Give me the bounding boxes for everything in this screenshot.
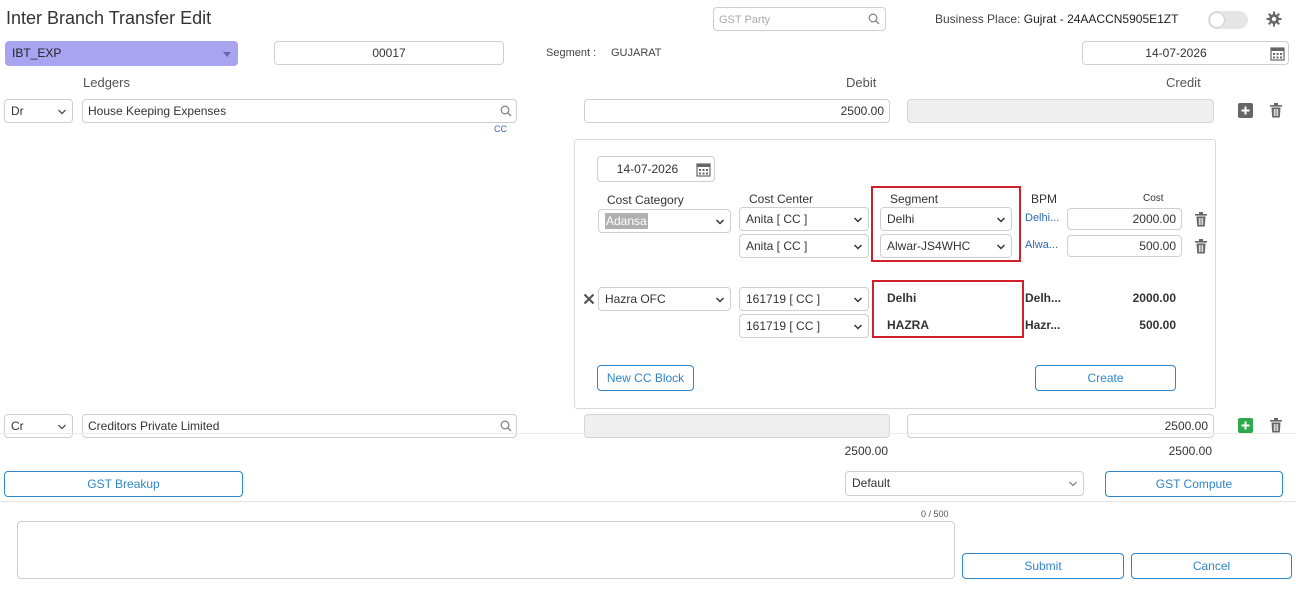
chevron-down-icon: [854, 217, 862, 223]
cost-center-select-1[interactable]: Anita [ CC ]: [739, 207, 869, 231]
caret-down-icon: [223, 52, 231, 57]
trash-icon[interactable]: [1195, 239, 1207, 254]
chevron-down-icon: [58, 424, 66, 430]
cost-category-select[interactable]: Adansa: [598, 209, 731, 233]
business-place-value: Gujrat - 24AACCN5905E1ZT: [1023, 12, 1179, 26]
ledgers-column-header: Ledgers: [83, 75, 130, 90]
cc-date-value: 14-07-2026: [616, 162, 679, 176]
drcr-select-2[interactable]: Cr: [4, 414, 73, 438]
footer-divider: [0, 501, 1296, 502]
business-place: Business Place: Gujrat - 24AACCN5905E1ZT: [935, 12, 1178, 26]
cost-input-1[interactable]: 2000.00: [1067, 208, 1182, 230]
tax-mode-value: Default: [852, 476, 891, 490]
voucher-number-input[interactable]: 00017: [274, 41, 504, 65]
bpm-link-1[interactable]: Delhi...: [1025, 212, 1059, 224]
voucher-type-select[interactable]: IBT_EXP: [5, 41, 238, 66]
credit-total: 2500.00: [1168, 444, 1212, 458]
add-icon[interactable]: [1238, 103, 1253, 118]
business-place-toggle[interactable]: [1208, 11, 1248, 29]
trash-icon[interactable]: [1270, 418, 1282, 433]
credit-input-2[interactable]: 2500.00: [907, 414, 1214, 438]
chevron-down-icon: [716, 297, 724, 303]
gst-compute-button[interactable]: GST Compute: [1105, 471, 1283, 497]
new-cc-block-button[interactable]: New CC Block: [597, 365, 694, 391]
segment-value: GUJARAT: [611, 47, 662, 59]
calendar-icon[interactable]: [696, 162, 711, 177]
voucher-date-value: 14-07-2026: [1145, 46, 1207, 60]
search-icon: [500, 420, 512, 432]
cost-input-2[interactable]: 500.00: [1067, 235, 1182, 257]
gst-breakup-button[interactable]: GST Breakup: [4, 471, 243, 497]
chevron-down-icon: [854, 324, 862, 330]
cost-center-value-2: Anita [ CC ]: [746, 239, 808, 253]
saved-cost-center-value-1: 161719 [ CC ]: [746, 292, 821, 306]
entries-divider: [0, 433, 1296, 434]
credit-column-header: Credit: [1166, 75, 1201, 90]
close-icon[interactable]: [583, 293, 595, 305]
saved-bpm-value-1: Delh...: [1025, 291, 1062, 305]
trash-icon[interactable]: [1195, 212, 1207, 227]
chevron-down-icon: [716, 219, 724, 225]
add-icon[interactable]: [1238, 418, 1253, 433]
saved-cost-center-select-1[interactable]: 161719 [ CC ]: [739, 287, 869, 311]
saved-cost-category-value: Hazra OFC: [605, 292, 666, 306]
cost-header: Cost: [1143, 193, 1164, 204]
ledger-value-2: Creditors Private Limited: [88, 419, 220, 433]
submit-button[interactable]: Submit: [962, 553, 1124, 579]
drcr-value-1: Dr: [11, 104, 24, 118]
debit-input-1[interactable]: 2500.00: [584, 99, 890, 123]
business-place-label: Business Place:: [935, 12, 1021, 26]
cost-center-value-1: Anita [ CC ]: [746, 212, 808, 226]
page-title: Inter Branch Transfer Edit: [6, 8, 212, 28]
saved-cost-center-value-2: 161719 [ CC ]: [746, 319, 821, 333]
gear-icon[interactable]: [1266, 11, 1282, 27]
cost-center-select-2[interactable]: Anita [ CC ]: [739, 234, 869, 258]
create-button[interactable]: Create: [1035, 365, 1176, 391]
ledger-value-1: House Keeping Expenses: [88, 104, 227, 118]
cost-category-value: Adansa: [605, 213, 648, 229]
char-counter: 0 / 500: [921, 509, 949, 519]
drcr-select-1[interactable]: Dr: [4, 99, 73, 123]
saved-bpm-value-2: Hazr...: [1025, 318, 1061, 332]
toggle-knob: [1210, 13, 1224, 27]
bpm-header: BPM: [1031, 192, 1058, 206]
segment-highlight-box: [871, 186, 1021, 262]
voucher-type-value: IBT_EXP: [12, 46, 62, 60]
segment-label: Segment :: [546, 47, 597, 59]
debit-total: 2500.00: [844, 444, 888, 458]
search-icon: [868, 13, 880, 25]
chevron-down-icon: [854, 297, 862, 303]
cancel-button[interactable]: Cancel: [1131, 553, 1292, 579]
cc-link[interactable]: CC: [494, 124, 507, 134]
ledger-input-1[interactable]: House Keeping Expenses: [82, 99, 517, 123]
debit-column-header: Debit: [846, 75, 877, 90]
saved-segment-highlight-box: [872, 280, 1024, 338]
cc-date-input[interactable]: 14-07-2026: [597, 156, 715, 182]
saved-cost-category-select[interactable]: Hazra OFC: [598, 287, 731, 311]
bpm-link-2[interactable]: Alwa...: [1025, 239, 1058, 251]
chevron-down-icon: [854, 244, 862, 250]
narration-textarea[interactable]: [17, 521, 955, 579]
chevron-down-icon: [58, 109, 66, 115]
saved-cost-center-select-2[interactable]: 161719 [ CC ]: [739, 314, 869, 338]
credit-input-1: [907, 99, 1214, 123]
ledger-input-2[interactable]: Creditors Private Limited: [82, 414, 517, 438]
calendar-icon[interactable]: [1270, 46, 1285, 61]
cost-center-header: Cost Center: [749, 192, 814, 206]
gst-party-search-input[interactable]: GST Party: [713, 7, 886, 31]
debit-input-2: [584, 414, 890, 438]
voucher-date-input[interactable]: 14-07-2026: [1082, 41, 1289, 65]
search-icon: [500, 105, 512, 117]
gst-party-placeholder: GST Party: [719, 14, 771, 26]
trash-icon[interactable]: [1270, 103, 1282, 118]
saved-cost-value-2: 500.00: [1139, 318, 1176, 332]
saved-cost-value-1: 2000.00: [1132, 291, 1176, 305]
chevron-down-icon: [1069, 481, 1077, 487]
cost-category-header: Cost Category: [607, 193, 684, 207]
tax-mode-select[interactable]: Default: [845, 471, 1084, 496]
